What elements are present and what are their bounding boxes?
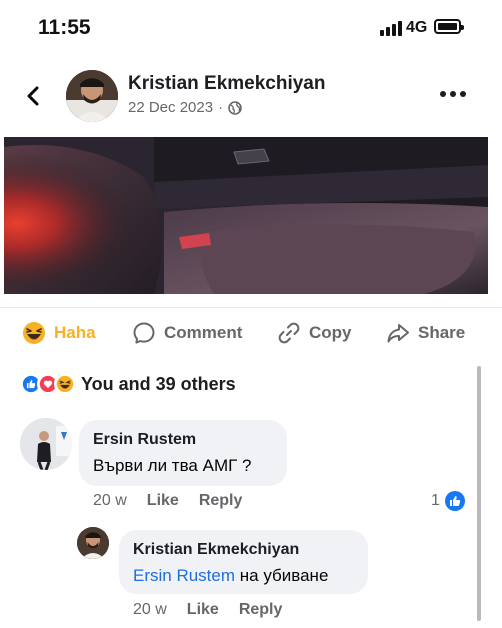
scrollbar[interactable] <box>477 366 481 621</box>
comment-meta: 20 w Like Reply <box>93 492 242 510</box>
reply-age: 20 w <box>133 601 167 618</box>
comment-bubble: Ersin Rustem Върви ли тва АМГ ? <box>79 420 287 486</box>
network-type: 4G <box>406 19 428 36</box>
post-photo[interactable] <box>4 137 488 294</box>
commenter-avatar[interactable] <box>20 418 72 470</box>
comment-like-button[interactable]: Like <box>147 492 179 510</box>
comment-icon <box>133 322 155 344</box>
comment-button[interactable]: Comment <box>132 320 242 346</box>
haha-label: Haha <box>54 323 96 342</box>
globe-icon <box>228 100 242 115</box>
comment-like-number: 1 <box>431 492 440 509</box>
like-badge-icon <box>444 491 465 511</box>
meta-separator: · <box>218 99 224 116</box>
copy-link-button[interactable]: Copy <box>277 320 352 346</box>
back-chevron-icon[interactable] <box>22 84 46 108</box>
comment-author[interactable]: Ersin Rustem <box>93 431 196 449</box>
haha-emoji-icon <box>23 322 45 344</box>
reply-meta: 20 w Like Reply <box>133 601 282 619</box>
post-meta: 22 Dec 2023 · <box>128 99 242 116</box>
haha-reaction-button[interactable]: Haha <box>22 320 96 346</box>
more-options-icon[interactable] <box>440 90 466 98</box>
mention-link[interactable]: Ersin Rustem <box>133 566 235 585</box>
reply-text-line: Ersin Rustem на убиване <box>133 566 328 586</box>
comment-age: 20 w <box>93 492 127 509</box>
reply-text: на убиване <box>239 566 329 585</box>
share-label: Share <box>418 323 466 342</box>
share-arrow-icon <box>387 324 409 343</box>
comment-like-count[interactable]: 1 <box>431 490 466 512</box>
comment-label: Comment <box>164 323 243 342</box>
post-author-name[interactable]: Kristian Ekmekchiyan <box>128 73 325 95</box>
reply-bubble: Kristian Ekmekchiyan Ersin Rustem на уби… <box>119 530 368 594</box>
status-time: 11:55 <box>38 16 91 39</box>
status-bar: 11:55 4G <box>0 0 502 52</box>
comment-text: Върви ли тва АМГ ? <box>93 456 252 475</box>
reply-like-button[interactable]: Like <box>187 601 219 619</box>
post-date: 22 Dec 2023 <box>128 99 214 116</box>
share-button[interactable]: Share <box>386 320 465 346</box>
reply-reply-button[interactable]: Reply <box>239 601 283 619</box>
post-action-bar: Haha Comment Copy Share <box>0 307 502 357</box>
copy-label: Copy <box>309 323 352 342</box>
haha-reaction-icon <box>54 373 76 395</box>
reply-author-avatar[interactable] <box>77 527 109 559</box>
reply-author[interactable]: Kristian Ekmekchiyan <box>133 541 299 559</box>
reactions-count-text: You and 39 others <box>81 373 236 394</box>
comment-reply-button[interactable]: Reply <box>199 492 243 510</box>
link-icon <box>278 322 300 344</box>
reactions-summary[interactable]: You and 39 others <box>20 372 236 396</box>
author-avatar[interactable] <box>66 70 118 122</box>
signal-strength-icon <box>380 20 402 36</box>
battery-icon <box>434 19 464 34</box>
